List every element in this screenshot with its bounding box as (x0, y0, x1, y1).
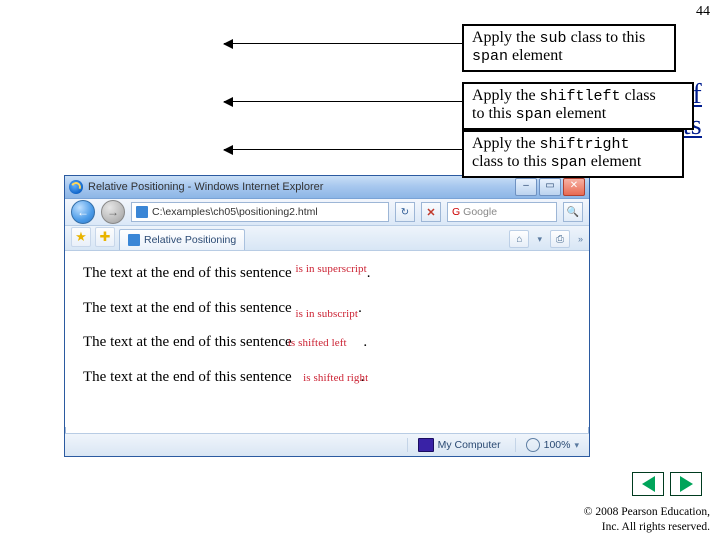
window-title: Relative Positioning - Windows Internet … (88, 181, 510, 193)
code-shiftright: shiftright (540, 136, 630, 153)
triangle-left-icon (642, 476, 655, 492)
page-content: The text at the end of this sentence is … (65, 251, 589, 427)
back-button[interactable]: ← (71, 200, 95, 224)
star-icon: ★ (75, 229, 87, 245)
tab-favicon-icon (128, 234, 140, 246)
example-line-shiftleft: The text at the end of this sentence is … (83, 334, 571, 351)
next-slide-button[interactable] (670, 472, 702, 496)
search-go-button[interactable]: 🔍 (563, 202, 583, 222)
more-chevron-icon: » (578, 234, 583, 244)
page-tools: ⌂ ▾ ⎙ » (509, 230, 583, 248)
triangle-right-icon (680, 476, 693, 492)
maximize-button[interactable]: ▭ (539, 178, 561, 196)
refresh-button[interactable]: ↻ (395, 202, 415, 222)
minimize-button[interactable]: – (515, 178, 537, 196)
magnifier-icon: 🔍 (567, 207, 579, 218)
home-icon: ⌂ (516, 234, 522, 245)
span-subscript: is in subscript (295, 308, 358, 320)
slide-nav (632, 472, 702, 496)
arrow-2 (224, 101, 462, 102)
ie-logo-icon (69, 180, 83, 194)
forward-button[interactable]: → (101, 200, 125, 224)
stop-button[interactable]: ✕ (421, 202, 441, 222)
search-box[interactable]: G Google (447, 202, 557, 222)
example-line-subscript: The text at the end of this sentence is … (83, 300, 571, 317)
search-icon: G (452, 206, 460, 218)
code-shiftleft: shiftleft (540, 88, 621, 105)
arrow-left-icon: ← (77, 205, 89, 219)
example-line-superscript: The text at the end of this sentence is … (83, 265, 571, 282)
arrow-3 (224, 149, 462, 150)
tab-active[interactable]: Relative Positioning (119, 229, 245, 250)
span-shiftright: is shifted right (303, 372, 368, 384)
home-button[interactable]: ⌂ (509, 230, 529, 248)
refresh-icon: ↻ (401, 207, 409, 218)
browser-window: Relative Positioning - Windows Internet … (64, 175, 590, 457)
copyright-line1: © 2008 Pearson Education, (584, 506, 710, 518)
callout-sub: Apply the sub class to this span element (462, 24, 676, 72)
chevron-down-icon: ▾ (574, 440, 579, 451)
page-favicon-icon (136, 206, 148, 218)
zone-label: My Computer (438, 439, 501, 451)
copyright: © 2008 Pearson Education, Inc. All right… (584, 505, 710, 534)
window-buttons: – ▭ ✕ (515, 178, 585, 196)
code-span: span (472, 48, 508, 65)
zoom-icon (526, 438, 540, 452)
tab-label: Relative Positioning (144, 234, 236, 246)
example-line-shiftright: The text at the end of this sentence is … (83, 369, 571, 386)
address-text: C:\examples\ch05\positioning2.html (152, 206, 318, 218)
stop-icon: ✕ (426, 206, 435, 219)
arrow-1 (224, 43, 462, 44)
code-sub: sub (540, 30, 567, 47)
add-favorites-button[interactable]: ✚ (95, 227, 115, 247)
print-button[interactable]: ⎙ (550, 230, 570, 248)
close-button[interactable]: ✕ (563, 178, 585, 196)
computer-icon (418, 438, 434, 452)
star-plus-icon: ✚ (100, 229, 111, 245)
code-span: span (551, 154, 587, 171)
arrow-right-icon: → (107, 205, 119, 219)
zoom-control[interactable]: 100% ▾ (515, 438, 579, 452)
security-zone[interactable]: My Computer (407, 438, 501, 452)
copyright-line2: Inc. All rights reserved. (602, 521, 710, 533)
title-bar[interactable]: Relative Positioning - Windows Internet … (65, 176, 589, 199)
code-span: span (516, 106, 552, 123)
tab-bar: ★ ✚ Relative Positioning ⌂ ▾ ⎙ » (65, 226, 589, 251)
span-shiftleft: is shifted left (288, 337, 347, 349)
span-superscript: is in superscript (295, 263, 366, 275)
favorites-button[interactable]: ★ (71, 227, 91, 247)
prev-slide-button[interactable] (632, 472, 664, 496)
chevron-down-icon: ▾ (537, 234, 542, 245)
callout-shiftleft: Apply the shiftleft class to this span e… (462, 82, 694, 130)
status-bar: My Computer 100% ▾ (65, 433, 589, 456)
nav-toolbar: ← → C:\examples\ch05\positioning2.html ↻… (65, 199, 589, 226)
search-placeholder: Google (463, 206, 497, 218)
zoom-label: 100% (544, 439, 571, 451)
printer-icon: ⎙ (556, 234, 564, 245)
callout-shiftright: Apply the shiftright class to this span … (462, 130, 684, 178)
page-number: 44 (696, 4, 710, 20)
address-bar[interactable]: C:\examples\ch05\positioning2.html (131, 202, 389, 222)
